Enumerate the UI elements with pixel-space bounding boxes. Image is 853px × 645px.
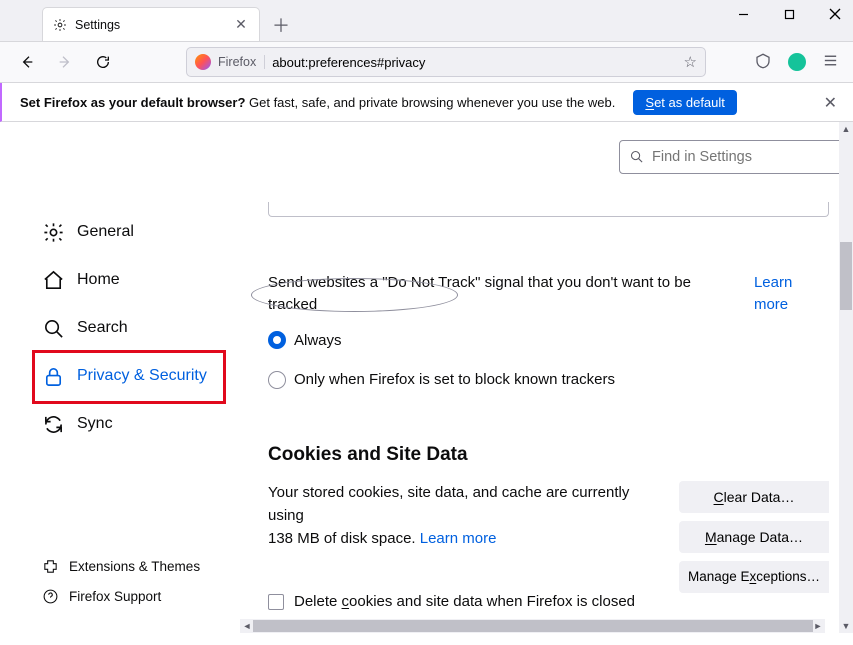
delete-on-close-label: Delete cookies and site data when Firefo… (294, 590, 635, 613)
search-icon (42, 317, 65, 340)
scroll-right-arrow[interactable]: ► (811, 619, 825, 633)
close-window-button[interactable] (823, 8, 847, 23)
sidebar-item-label: General (77, 223, 134, 241)
brand-label: Firefox (218, 55, 265, 69)
cookies-heading: Cookies and Site Data (268, 441, 829, 469)
pocket-icon[interactable] (754, 52, 772, 73)
sidebar-item-general[interactable]: General (42, 214, 240, 250)
sidebar-item-label: Search (77, 319, 128, 337)
banner-text: Set Firefox as your default browser? Get… (20, 95, 615, 110)
search-icon (629, 149, 644, 164)
sidebar-item-label: Sync (77, 415, 113, 433)
forward-button[interactable] (52, 49, 78, 75)
radio-label: Only when Firefox is set to block known … (294, 369, 615, 391)
settings-search-input[interactable] (619, 140, 839, 174)
default-browser-banner: Set Firefox as your default browser? Get… (0, 83, 853, 122)
dnt-description: Send websites a "Do Not Track" signal th… (268, 272, 734, 316)
cookies-usage-line1: Your stored cookies, site data, and cach… (268, 484, 629, 524)
sidebar-item-search[interactable]: Search (42, 310, 240, 346)
sidebar-item-sync[interactable]: Sync (42, 406, 240, 442)
maximize-button[interactable] (777, 8, 801, 23)
gear-icon (42, 221, 65, 244)
cookies-usage-line2: 138 MB of disk space. (268, 530, 420, 547)
reload-button[interactable] (90, 49, 116, 75)
minimize-button[interactable] (731, 8, 755, 23)
firefox-logo-icon (195, 54, 211, 70)
scroll-up-arrow[interactable]: ▲ (839, 122, 853, 136)
scroll-thumb[interactable] (840, 242, 852, 310)
link-label: Firefox Support (69, 589, 161, 604)
link-label: Extensions & Themes (69, 559, 200, 574)
back-button[interactable] (14, 49, 40, 75)
dnt-option-always[interactable]: Always (268, 326, 829, 356)
banner-close-icon[interactable]: ✕ (824, 93, 837, 113)
home-icon (42, 269, 65, 292)
checkbox-unchecked-icon[interactable] (268, 594, 284, 610)
dnt-learn-more-link[interactable]: Learn more (754, 272, 829, 316)
clear-data-button[interactable]: Clear Data… (679, 481, 829, 513)
new-tab-button[interactable]: ＋ (266, 11, 296, 41)
address-input[interactable] (272, 55, 676, 70)
scroll-left-arrow[interactable]: ◄ (240, 619, 254, 633)
app-menu-button[interactable] (822, 52, 839, 72)
tab-title: Settings (75, 18, 225, 32)
settings-search[interactable] (619, 140, 839, 174)
vertical-scrollbar[interactable]: ▲ ▼ (839, 122, 853, 633)
bookmark-star-icon[interactable]: ☆ (684, 53, 697, 71)
grammarly-icon[interactable] (788, 53, 806, 71)
scroll-down-arrow[interactable]: ▼ (839, 619, 853, 633)
lock-icon (42, 365, 65, 388)
extensions-themes-link[interactable]: Extensions & Themes (42, 551, 200, 581)
scroll-thumb[interactable] (253, 620, 813, 632)
sidebar-item-privacy[interactable]: Privacy & Security (42, 358, 240, 394)
sidebar-item-label: Home (77, 271, 120, 289)
gear-icon (53, 18, 67, 32)
puzzle-icon (42, 558, 59, 575)
dnt-option-only-blocking[interactable]: Only when Firefox is set to block known … (268, 365, 829, 395)
radio-unchecked-icon (268, 371, 286, 389)
truncated-section-above (268, 202, 829, 217)
radio-label: Always (294, 330, 342, 352)
url-bar[interactable]: Firefox ☆ (186, 47, 706, 77)
cookies-learn-more-link[interactable]: Learn more (420, 530, 497, 547)
radio-checked-icon (268, 331, 286, 349)
sidebar-item-home[interactable]: Home (42, 262, 240, 298)
manage-exceptions-button[interactable]: Manage Exceptions… (679, 561, 829, 593)
sync-icon (42, 413, 65, 436)
help-icon (42, 588, 59, 605)
firefox-support-link[interactable]: Firefox Support (42, 581, 200, 611)
close-tab-icon[interactable]: ✕ (233, 16, 249, 33)
sidebar-item-label: Privacy & Security (77, 367, 207, 385)
horizontal-scrollbar[interactable]: ◄ ► (240, 619, 825, 633)
manage-data-button[interactable]: Manage Data… (679, 521, 829, 553)
browser-tab[interactable]: Settings ✕ (42, 7, 260, 41)
set-default-button[interactable]: Set as default (633, 90, 737, 115)
